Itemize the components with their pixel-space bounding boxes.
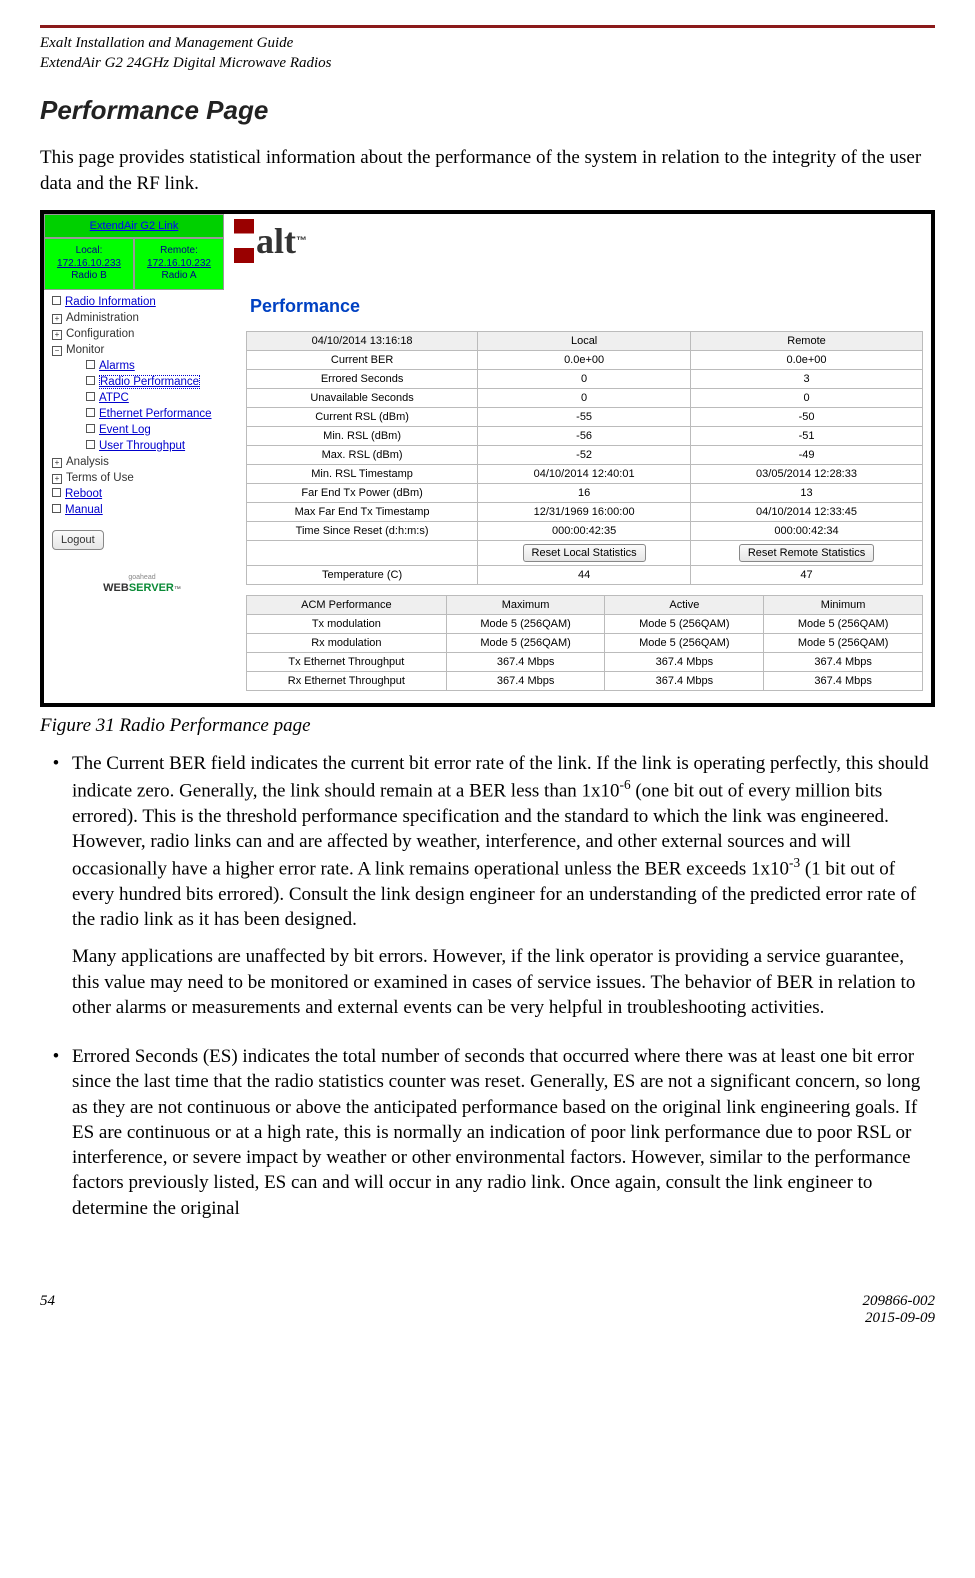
table-row-label: Min. RSL (dBm) (247, 426, 478, 445)
table-cell: 0.0e+00 (691, 350, 923, 369)
table-cell: 367.4 Mbps (446, 671, 605, 690)
col-local: Local (478, 331, 691, 350)
table-row-label: Max. RSL (dBm) (247, 445, 478, 464)
doc-date: 2015-09-09 (863, 1310, 936, 1327)
nav-sidebar: Radio Information +Administration +Confi… (44, 290, 238, 703)
table-row-label: Current RSL (dBm) (247, 407, 478, 426)
figure-caption: Figure 31 Radio Performance page (40, 715, 935, 737)
nav-user-throughput[interactable]: User Throughput (52, 438, 232, 454)
table-cell: 000:00:42:35 (478, 521, 691, 540)
doc-number: 209866-002 (863, 1293, 936, 1310)
header-line2: ExtendAir G2 24GHz Digital Microwave Rad… (40, 54, 935, 74)
table-cell: 367.4 Mbps (764, 652, 923, 671)
nav-alarms[interactable]: Alarms (52, 358, 232, 374)
reset-remote-button[interactable]: Reset Remote Statistics (739, 544, 874, 562)
nav-manual[interactable]: Manual (52, 502, 232, 518)
logout-button[interactable]: Logout (52, 530, 104, 550)
body-text: • The Current BER field indicates the cu… (40, 751, 935, 1233)
nav-analysis[interactable]: +Analysis (52, 454, 232, 470)
doc-header: Exalt Installation and Management Guide … (40, 34, 935, 73)
table-row-label: Min. RSL Timestamp (247, 464, 478, 483)
intro-text: This page provides statistical informati… (40, 145, 935, 196)
bullet-2: Errored Seconds (ES) indicates the total… (72, 1044, 935, 1221)
table-cell: 367.4 Mbps (605, 652, 764, 671)
webserver-logo: goaheadWEBSERVER™ (52, 570, 232, 594)
table-cell: -50 (691, 407, 923, 426)
nav-ethernet-performance[interactable]: Ethernet Performance (52, 406, 232, 422)
table-row-label: Tx Ethernet Throughput (247, 652, 447, 671)
nav-terms[interactable]: +Terms of Use (52, 470, 232, 486)
table-cell: Mode 5 (256QAM) (764, 633, 923, 652)
table-cell: 16 (478, 483, 691, 502)
table-cell: -52 (478, 445, 691, 464)
bullet-icon: • (40, 1044, 72, 1233)
page-title: Performance Page (40, 95, 935, 126)
header-line1: Exalt Installation and Management Guide (40, 34, 935, 54)
table-cell: 03/05/2014 12:28:33 (691, 464, 923, 483)
nav-radio-information[interactable]: Radio Information (52, 294, 232, 310)
nav-administration[interactable]: +Administration (52, 310, 232, 326)
nav-event-log[interactable]: Event Log (52, 422, 232, 438)
table-row-label: Max Far End Tx Timestamp (247, 502, 478, 521)
table-row-label: Errored Seconds (247, 369, 478, 388)
nav-radio-performance[interactable]: Radio Performance (52, 374, 232, 390)
link-title: ExtendAir G2 Link (44, 214, 224, 238)
page-number: 54 (40, 1293, 55, 1327)
row-temperature: Temperature (C) (247, 565, 478, 584)
table-cell: Mode 5 (256QAM) (764, 614, 923, 633)
table-cell: Mode 5 (256QAM) (605, 614, 764, 633)
col-timestamp: 04/10/2014 13:16:18 (247, 331, 478, 350)
col-remote: Remote (691, 331, 923, 350)
table-cell: 04/10/2014 12:40:01 (478, 464, 691, 483)
screenshot-figure: ExtendAir G2 Link Local: 172.16.10.233 R… (40, 210, 935, 707)
nav-atpc[interactable]: ATPC (52, 390, 232, 406)
table-cell: 3 (691, 369, 923, 388)
nav-monitor[interactable]: −Monitor (52, 342, 232, 358)
performance-table: 04/10/2014 13:16:18LocalRemote Current B… (246, 331, 923, 585)
table-cell: 0.0e+00 (478, 350, 691, 369)
exalt-logo: alt™ (224, 214, 931, 268)
table-row-label: Unavailable Seconds (247, 388, 478, 407)
panel-title: Performance (250, 296, 923, 317)
table-cell: 13 (691, 483, 923, 502)
page-footer: 54 209866-002 2015-09-09 (40, 1293, 935, 1327)
bullet-1-p1: The Current BER field indicates the curr… (72, 751, 935, 933)
table-row-label: Current BER (247, 350, 478, 369)
table-cell: 0 (478, 369, 691, 388)
table-cell: 12/31/1969 16:00:00 (478, 502, 691, 521)
table-cell: 0 (691, 388, 923, 407)
table-row-label: Tx modulation (247, 614, 447, 633)
nav-configuration[interactable]: +Configuration (52, 326, 232, 342)
table-cell: Mode 5 (256QAM) (446, 614, 605, 633)
table-cell: -55 (478, 407, 691, 426)
table-cell: 367.4 Mbps (446, 652, 605, 671)
table-cell: 0 (478, 388, 691, 407)
table-cell: Mode 5 (256QAM) (446, 633, 605, 652)
bullet-1-p2: Many applications are unaffected by bit … (72, 944, 935, 1020)
table-cell: -49 (691, 445, 923, 464)
table-cell: 367.4 Mbps (764, 671, 923, 690)
reset-local-button[interactable]: Reset Local Statistics (523, 544, 646, 562)
table-cell: 000:00:42:34 (691, 521, 923, 540)
local-radio-cell[interactable]: Local: 172.16.10.233 Radio B (44, 238, 134, 290)
table-cell: Mode 5 (256QAM) (605, 633, 764, 652)
table-cell: -56 (478, 426, 691, 445)
table-cell: -51 (691, 426, 923, 445)
remote-radio-cell[interactable]: Remote: 172.16.10.232 Radio A (134, 238, 224, 290)
table-row-label: Rx Ethernet Throughput (247, 671, 447, 690)
table-row-label: Far End Tx Power (dBm) (247, 483, 478, 502)
nav-reboot[interactable]: Reboot (52, 486, 232, 502)
table-row-label: Rx modulation (247, 633, 447, 652)
table-cell: 367.4 Mbps (605, 671, 764, 690)
acm-table: ACM PerformanceMaximumActiveMinimum Tx m… (246, 595, 923, 691)
table-row-label: Time Since Reset (d:h:m:s) (247, 521, 478, 540)
bullet-icon: • (40, 751, 72, 1032)
table-cell: 04/10/2014 12:33:45 (691, 502, 923, 521)
